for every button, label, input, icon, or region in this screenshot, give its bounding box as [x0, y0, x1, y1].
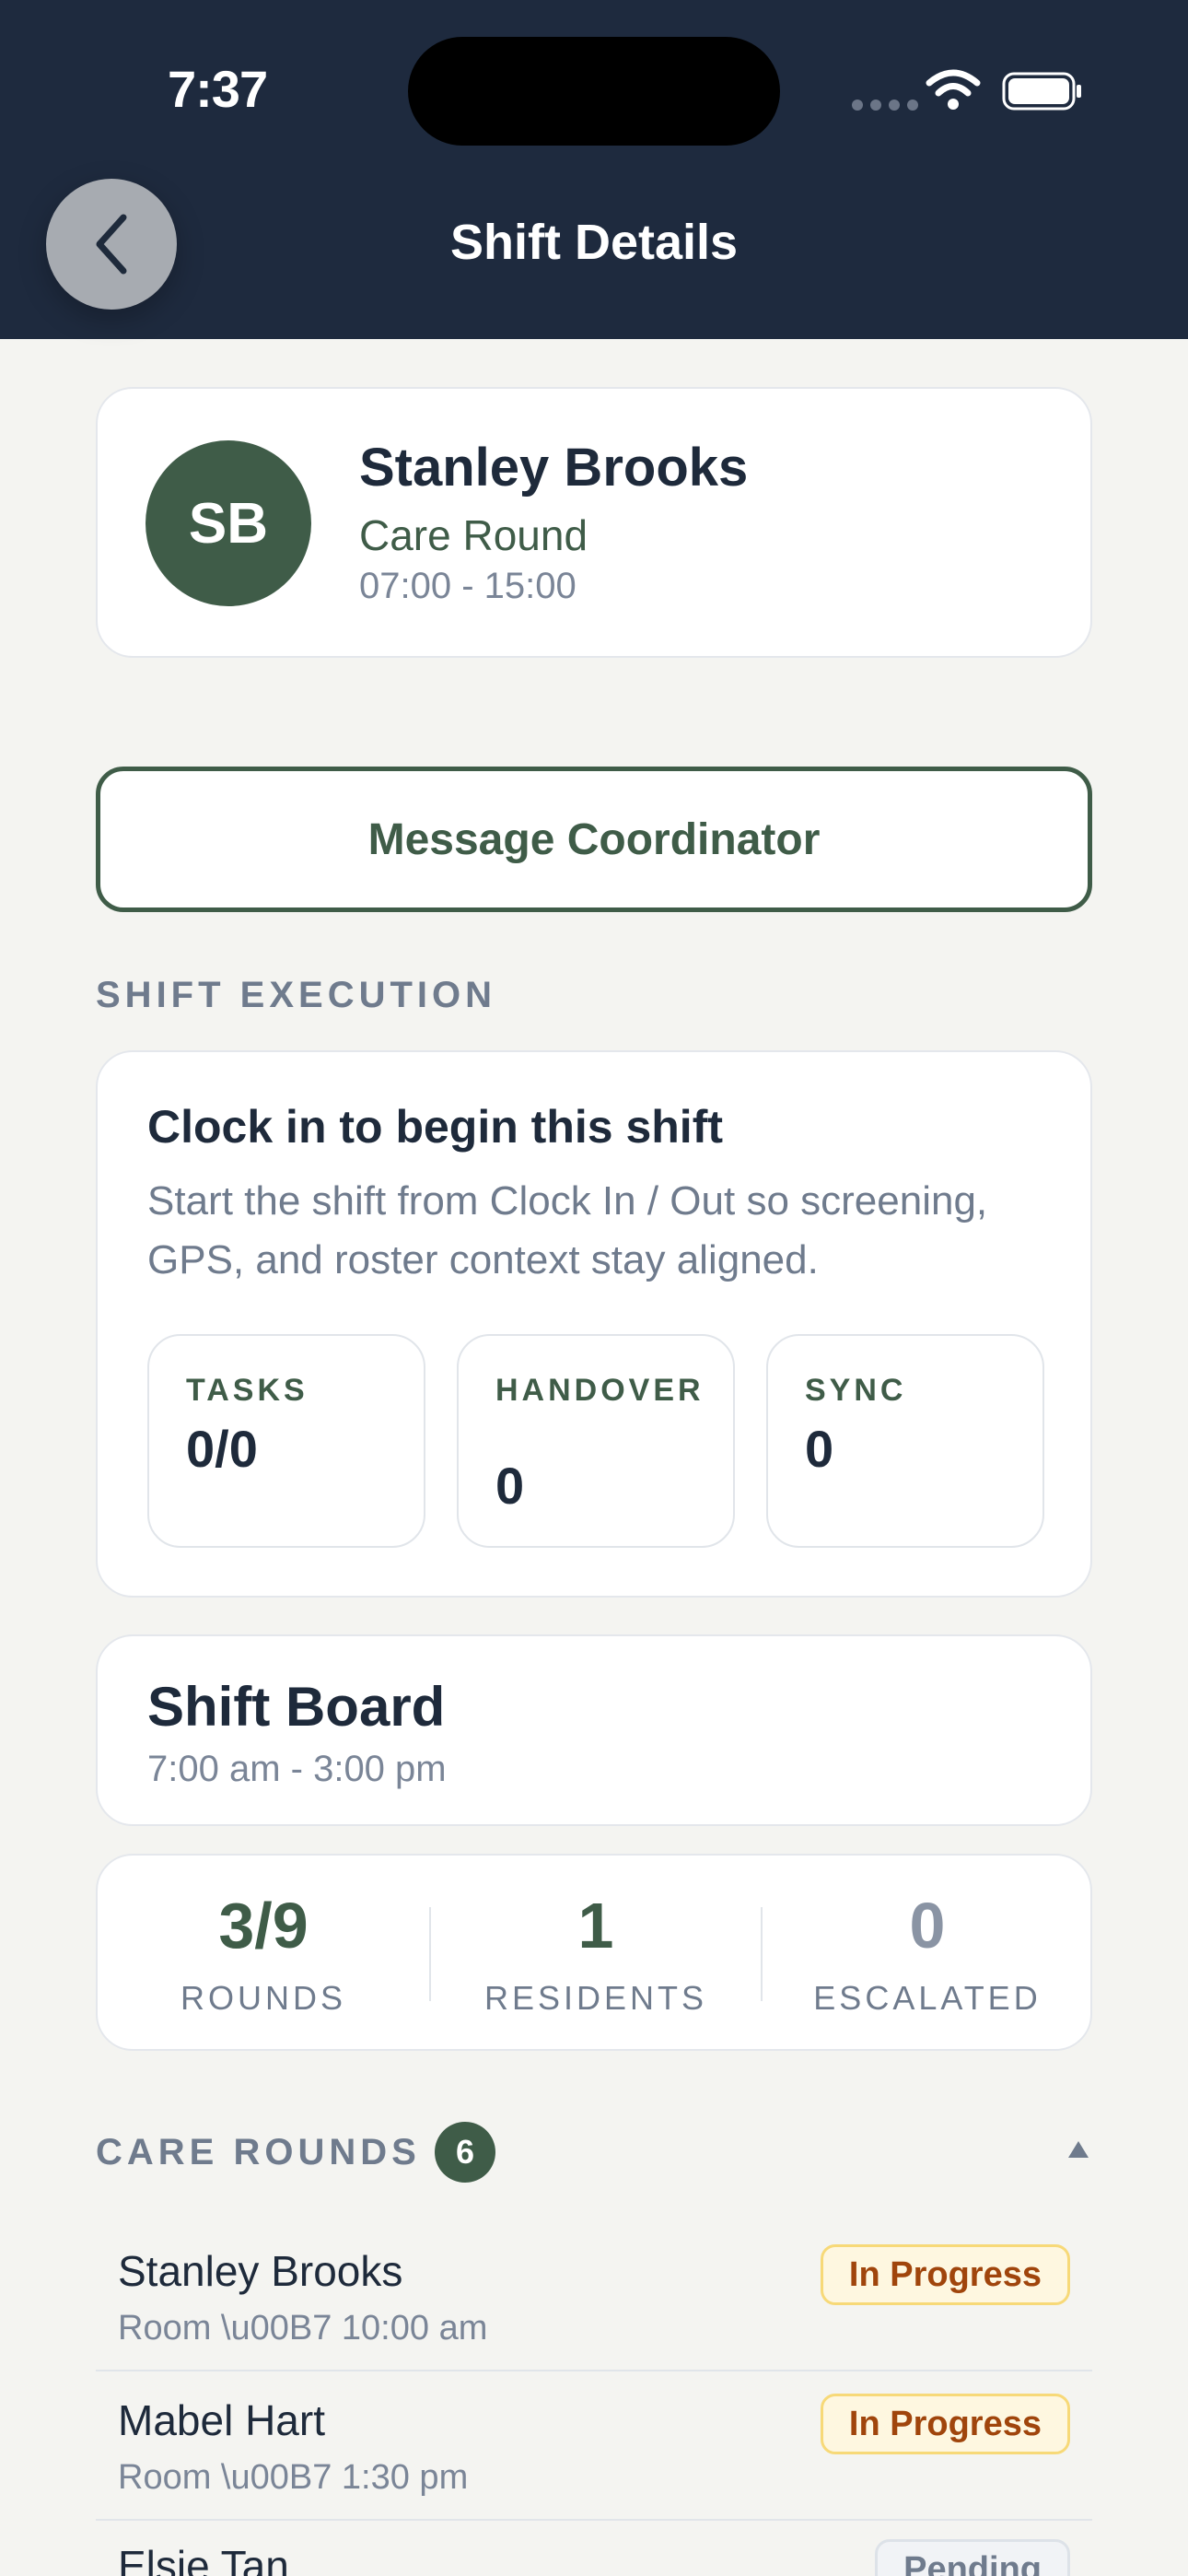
metric-value: 3/9 — [218, 1890, 309, 1961]
cellular-signal-icon — [852, 100, 918, 111]
status-badge: Pending — [875, 2539, 1070, 2576]
round-resident-name: Stanley Brooks — [118, 2247, 403, 2295]
profile-card: SB Stanley Brooks Care Round 07:00 - 15:… — [96, 387, 1092, 658]
board-title: Shift Board — [147, 1676, 446, 1738]
execution-title: Clock in to begin this shift — [147, 1101, 723, 1153]
metric-label: ESCALATED — [813, 1979, 1042, 2017]
round-resident-name: Elsie Tan — [118, 2542, 289, 2576]
care-rounds-heading: CARE ROUNDS — [96, 2132, 421, 2172]
round-meta: Room \u00B7 1:30 pm — [118, 2458, 469, 2497]
status-time: 7:37 — [168, 60, 268, 118]
chevron-up-icon[interactable] — [1066, 2139, 1090, 2160]
shift-board-card[interactable]: Shift Board 7:00 am - 3:00 pm — [96, 1634, 1092, 1826]
care-round-item[interactable]: Elsie Tan Pending — [96, 2521, 1092, 2576]
resident-name: Stanley Brooks — [359, 438, 749, 498]
shift-metrics-card: 3/9 ROUNDS 1 RESIDENTS 0 ESCALATED — [96, 1854, 1092, 2051]
stat-value: 0 — [805, 1420, 834, 1478]
message-coordinator-button[interactable]: Message Coordinator — [96, 767, 1092, 912]
shift-role: Care Round — [359, 511, 588, 559]
status-badge: In Progress — [820, 2244, 1070, 2305]
stat-value: 0 — [495, 1457, 525, 1515]
metric-label: ROUNDS — [180, 1979, 346, 2017]
page-title: Shift Details — [449, 215, 739, 270]
dynamic-island — [408, 37, 780, 146]
top-header: 7:37 Shift Details — [0, 0, 1188, 339]
shift-execution-heading: SHIFT EXECUTION — [96, 975, 497, 1015]
stat-label: SYNC — [805, 1373, 907, 1408]
round-resident-name: Mabel Hart — [118, 2396, 325, 2444]
metric-value: 1 — [577, 1890, 614, 1961]
stat-tile-handover: HANDOVER 0 — [457, 1334, 735, 1548]
care-round-item[interactable]: Stanley Brooks Room \u00B7 10:00 am In P… — [96, 2222, 1092, 2371]
metric-label: RESIDENTS — [483, 1979, 708, 2017]
stat-tile-sync: SYNC 0 — [766, 1334, 1044, 1548]
status-badge: In Progress — [820, 2394, 1070, 2454]
care-round-item[interactable]: Mabel Hart Room \u00B7 1:30 pm In Progre… — [96, 2371, 1092, 2521]
stat-label: TASKS — [186, 1373, 309, 1408]
avatar: SB — [146, 440, 311, 606]
wifi-icon — [926, 69, 981, 110]
stat-value: 0/0 — [186, 1420, 258, 1478]
shift-execution-card: Clock in to begin this shift Start the s… — [96, 1050, 1092, 1598]
metric-escalated: 0 ESCALATED — [762, 1856, 1093, 2053]
shift-time: 07:00 - 15:00 — [359, 566, 577, 606]
metric-rounds: 3/9 ROUNDS — [98, 1856, 429, 2053]
round-meta: Room \u00B7 10:00 am — [118, 2309, 488, 2348]
battery-icon — [1002, 72, 1081, 111]
metric-residents: 1 RESIDENTS — [430, 1856, 762, 2053]
stat-tile-tasks: TASKS 0/0 — [147, 1334, 425, 1548]
metric-value: 0 — [909, 1890, 946, 1961]
care-rounds-count-badge: 6 — [435, 2122, 495, 2183]
execution-description: Start the shift from Clock In / Out so s… — [147, 1178, 988, 1282]
stat-label: HANDOVER — [495, 1373, 705, 1408]
board-time: 7:00 am - 3:00 pm — [147, 1749, 447, 1789]
